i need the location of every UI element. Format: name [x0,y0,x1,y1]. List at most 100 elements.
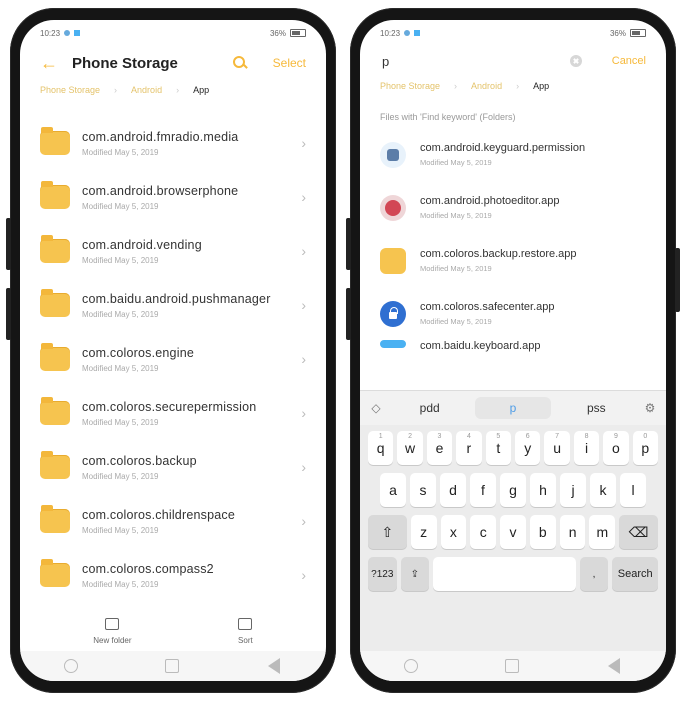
signal-icon [404,30,411,36]
new-folder-label: New folder [93,635,132,645]
app-icon [74,30,81,36]
search-key[interactable]: Search [612,557,659,591]
sort-button[interactable]: Sort [238,617,253,645]
item-name: com.android.photoeditor.app [420,195,560,207]
comma-key[interactable]: , [579,557,609,591]
item-name: com.android.browserphone [82,183,239,198]
chevron-right-icon: › [301,405,306,421]
bottom-toolbar: New folder Sort [20,611,326,651]
list-item[interactable]: com.coloros.backup Modified May 5, 2019 … [40,440,306,494]
key-d[interactable]: d [440,473,466,507]
folder-icon [380,247,406,274]
shift-key[interactable]: ⇧ [368,515,407,549]
key-k[interactable]: k [590,473,616,507]
list-item[interactable]: com.coloros.backup.restore.app Modified … [360,234,666,287]
key-l[interactable]: l [620,473,646,507]
list-item[interactable]: com.coloros.compass2 Modified May 5, 201… [40,548,306,602]
list-item[interactable]: com.coloros.childrenspace Modified May 5… [40,494,306,548]
select-button[interactable]: Select [273,56,306,70]
key-c[interactable]: c [470,515,497,549]
header: ← Phone Storage Select [20,46,326,80]
folder-icon [40,451,70,479]
list-item[interactable]: com.baidu.android.pushmanager Modified M… [40,278,306,332]
symbols-key[interactable]: ?123 [368,557,397,591]
item-date: Modified May 5, 2019 [420,158,492,167]
key-t[interactable]: 5t [485,431,511,465]
key-b[interactable]: b [529,515,556,549]
item-date: Modified May 5, 2019 [82,471,159,481]
settings-icon[interactable]: ⚙ [642,401,658,415]
key-h[interactable]: h [530,473,556,507]
expand-icon[interactable]: ◇ [368,401,384,415]
suggestion-3[interactable]: pss [559,397,634,419]
key-q[interactable]: 1q [367,431,394,465]
key-x[interactable]: x [440,515,467,549]
new-folder-button[interactable]: New folder [93,617,132,645]
suggestion-1[interactable]: pdd [392,397,467,419]
back-nav-icon[interactable] [608,658,621,674]
back-nav-icon[interactable] [268,658,281,674]
item-name: com.android.vending [82,237,202,252]
item-name: com.coloros.backup [82,453,197,468]
key-z[interactable]: z [410,515,437,549]
list-item[interactable]: com.android.photoeditor.app Modified May… [360,181,666,234]
backspace-key[interactable]: ⌫ [619,515,658,549]
item-name: com.coloros.safecenter.app [420,301,555,313]
language-key[interactable]: ⇪ [400,557,430,591]
key-f[interactable]: f [470,473,496,507]
key-r[interactable]: 4r [456,431,482,465]
list-item[interactable]: com.android.browserphone Modified May 5,… [40,170,306,224]
suggestion-2[interactable]: p [475,397,551,419]
item-name: com.android.fmradio.media [82,129,239,144]
home-icon[interactable] [403,659,418,673]
key-j[interactable]: j [560,473,586,507]
search-results: com.android.keyguard.permission Modified… [360,128,666,360]
search-input[interactable] [380,52,560,70]
home-icon[interactable] [63,659,78,673]
key-s[interactable]: s [410,473,436,507]
right-phone: 10:23 36% Cancel Phone Storage › Android… [346,8,680,693]
key-e[interactable]: 3e [426,431,453,465]
item-name: com.baidu.keyboard.app [420,340,541,352]
key-u[interactable]: 7u [544,431,570,465]
key-i[interactable]: 8i [573,431,600,465]
list-item[interactable]: com.android.keyguard.permission Modified… [360,128,666,181]
key-n[interactable]: n [559,515,586,549]
recent-apps-icon[interactable] [164,659,179,673]
item-date: Modified May 5, 2019 [420,264,492,273]
chevron-right-icon: › [301,513,306,529]
list-item[interactable]: com.android.fmradio.media Modified May 5… [40,116,306,170]
key-v[interactable]: v [500,515,526,549]
key-y[interactable]: 6y [515,431,541,465]
list-item[interactable]: com.coloros.securepermission Modified Ma… [40,386,306,440]
key-o[interactable]: 9o [603,431,629,465]
key-a[interactable]: a [380,473,406,507]
soft-keyboard: ◇ pdd p pss ⚙ 1q 2w 3e 4r 5t 6y 7u 8i 9o… [360,390,666,681]
key-w[interactable]: 2w [397,431,423,465]
list-item[interactable]: com.baidu.keyboard.app [360,340,666,360]
key-row-2: a s d f g h j k l [368,473,658,507]
search-icon[interactable] [232,56,247,70]
key-p[interactable]: 0p [632,431,659,465]
breadcrumb-phone-storage[interactable]: Phone Storage [380,81,440,91]
app-icon [380,340,406,348]
back-icon[interactable]: ← [40,53,58,74]
item-date: Modified May 5, 2019 [82,201,159,211]
breadcrumb-android[interactable]: Android [131,85,162,95]
list-item[interactable]: com.android.vending Modified May 5, 2019… [40,224,306,278]
key-m[interactable]: m [589,515,616,549]
volume-down-button [346,288,351,340]
list-item[interactable]: com.coloros.safecenter.app Modified May … [360,287,666,340]
breadcrumb-phone-storage[interactable]: Phone Storage [40,85,100,95]
breadcrumb-android[interactable]: Android [471,81,502,91]
left-phone: 10:23 36% ← Phone Storage Select Phone S… [6,8,336,693]
status-bar: 10:23 36% [20,20,326,46]
list-item[interactable]: com.coloros.engine Modified May 5, 2019 … [40,332,306,386]
page-title: Phone Storage [72,54,178,72]
volume-up-button [6,218,11,270]
cancel-button[interactable]: Cancel [612,55,646,67]
clear-icon[interactable] [570,55,582,67]
recent-apps-icon[interactable] [504,659,519,673]
key-g[interactable]: g [500,473,526,507]
space-key[interactable] [433,557,576,591]
